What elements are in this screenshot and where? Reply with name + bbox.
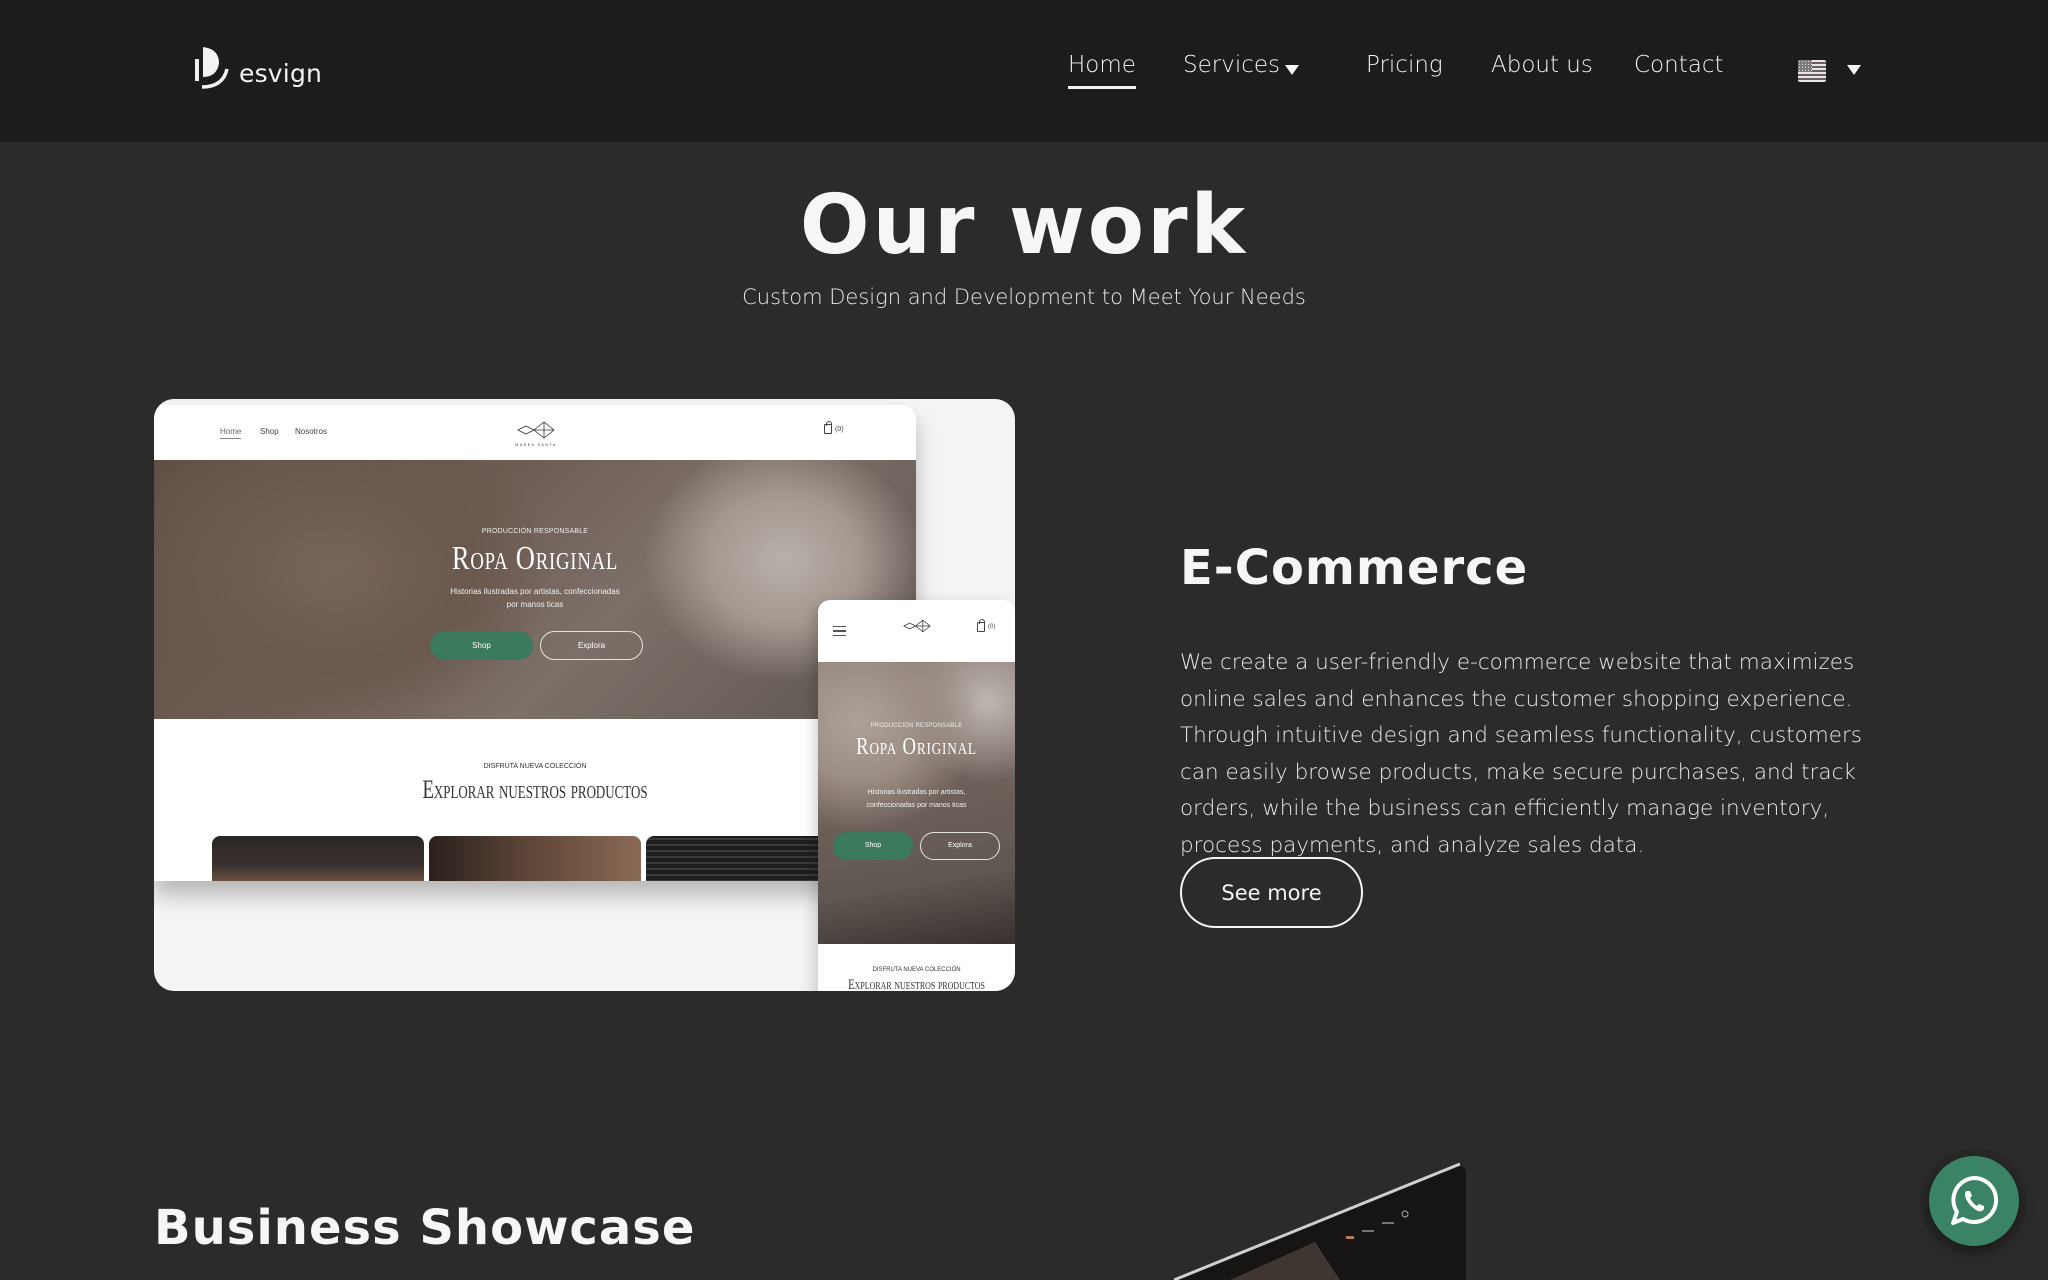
mobile-hero-text-line: confeccionadas por manos ticas	[866, 802, 967, 809]
mockup-cart-count: (0)	[835, 425, 844, 433]
ecommerce-mockup-card: Home Shop Nosotros MAREA SANTA (0) PRODU…	[154, 399, 1015, 991]
nav-home[interactable]: Home	[1068, 52, 1136, 89]
nav-contact[interactable]: Contact	[1634, 52, 1723, 78]
mobile-hero-eyebrow: PRODUCCIÓN RESPONSABLE	[870, 723, 963, 729]
mobile-mockup-hero: PRODUCCIÓN RESPONSABLE Ropa Original His…	[818, 662, 1015, 944]
mockup-cart: (0)	[824, 421, 844, 434]
laptop-screen-image	[1170, 1162, 1466, 1280]
logo-text: esvign	[239, 58, 323, 88]
nav-about-us[interactable]: About us	[1491, 52, 1593, 78]
business-showcase-title: Business Showcase	[154, 1200, 696, 1256]
mockup-nav-nosotros: Nosotros	[295, 427, 328, 436]
mockup-navbar: Home Shop Nosotros MAREA SANTA (0)	[154, 405, 916, 460]
mockup-products-section: DISFRUTA NUEVA COLECCIÓN Explorar nuestr…	[154, 719, 916, 881]
business-showcase-laptop-mockup	[1150, 1150, 1490, 1280]
mobile-products-section: DISFRUTA NUEVA COLECCIÓN Explorar nuestr…	[818, 944, 1015, 991]
us-flag-icon[interactable]	[1798, 60, 1826, 82]
mockup-hero-text-line: Historias ilustradas por artistas, confe…	[450, 587, 620, 596]
mockup-nav-shop: Shop	[260, 427, 279, 436]
mockup-section-title: Explorar nuestros productos	[422, 775, 648, 804]
site-header: esvign Home Services Pricing About us Co…	[0, 0, 2048, 142]
fish-logo-icon	[517, 421, 555, 439]
mockup-hero-text-line: por manos ticas	[506, 600, 564, 609]
nav-pricing[interactable]: Pricing	[1366, 52, 1443, 78]
logo[interactable]: esvign	[193, 43, 322, 99]
mobile-mockup-cart: (0)	[977, 619, 996, 632]
mockup-hero-text: Historias ilustradas por artistas, confe…	[154, 585, 916, 611]
mobile-shop-button: Shop	[833, 832, 913, 860]
ecommerce-description: We create a user-friendly e-commerce web…	[1180, 650, 1862, 858]
mobile-section-eyebrow: DISFRUTA NUEVA COLECCIÓN	[872, 967, 961, 973]
mobile-hero-text-line: Historias ilustradas por artistas,	[867, 789, 966, 796]
page-title: Our work	[799, 178, 1249, 273]
shopping-bag-icon	[977, 619, 985, 632]
mobile-hero-title: Ropa Original	[856, 734, 977, 760]
mockup-brand-name: MAREA SANTA	[515, 443, 557, 447]
shopping-bag-icon	[824, 421, 832, 434]
logo-d-icon	[195, 47, 229, 89]
page-subtitle: Custom Design and Development to Meet Yo…	[742, 285, 1306, 309]
mockup-hero-eyebrow: PRODUCCIÓN RESPONSABLE	[481, 528, 589, 535]
mockup-hero-title: Ropa Original	[451, 540, 619, 577]
mockup-shop-button: Shop	[430, 631, 533, 660]
mockup-nav-home: Home	[220, 427, 242, 439]
nav-services[interactable]: Services	[1183, 52, 1280, 78]
see-more-button[interactable]: See more	[1180, 857, 1363, 928]
mockup-product-thumb	[212, 836, 424, 881]
services-chevron-down-icon[interactable]	[1285, 65, 1299, 75]
whatsapp-button[interactable]	[1929, 1156, 2019, 1246]
mockup-hero-image: PRODUCCIÓN RESPONSABLE Ropa Original His…	[154, 460, 916, 719]
mobile-section-title: Explorar nuestros productos	[848, 977, 985, 991]
mockup-explora-button: Explora	[540, 631, 643, 660]
mobile-explora-button: Explora	[920, 832, 1000, 860]
ecommerce-title: E-Commerce	[1180, 540, 1529, 596]
mobile-hero-text: Historias ilustradas por artistas, confe…	[818, 786, 1015, 812]
mockup-section-eyebrow: DISFRUTA NUEVA COLECCIÓN	[483, 763, 587, 770]
whatsapp-icon	[1951, 1175, 1999, 1225]
desktop-mockup: Home Shop Nosotros MAREA SANTA (0) PRODU…	[154, 405, 916, 881]
mockup-product-thumb	[429, 836, 641, 881]
language-chevron-down-icon[interactable]	[1847, 65, 1861, 75]
mobile-mockup-cart-count: (0)	[988, 624, 996, 630]
